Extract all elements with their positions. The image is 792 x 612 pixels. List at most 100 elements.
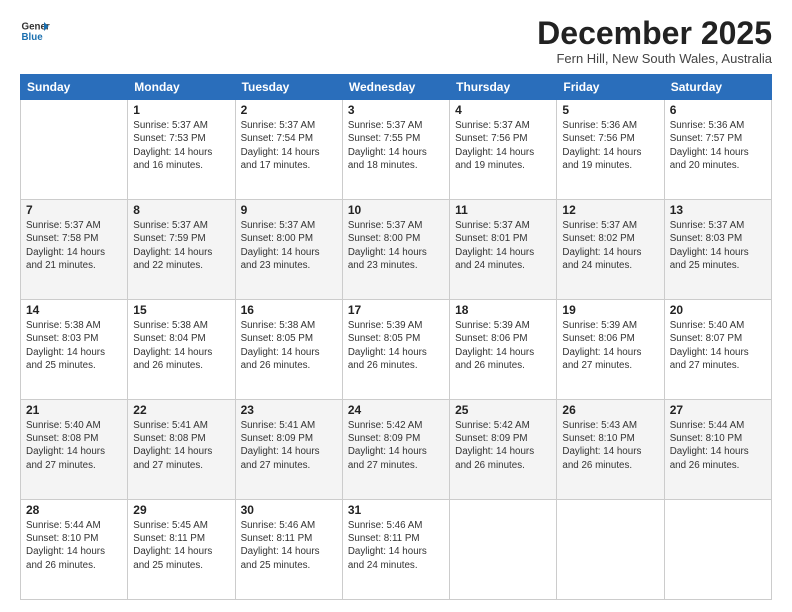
svg-text:Blue: Blue: [22, 32, 44, 43]
col-header-tuesday: Tuesday: [235, 75, 342, 100]
day-number: 7: [26, 203, 122, 217]
day-cell: 26 Sunrise: 5:43 AMSunset: 8:10 PMDayligh…: [557, 400, 664, 500]
day-number: 16: [241, 303, 337, 317]
month-title: December 2025: [537, 16, 772, 51]
week-row-1: 1 Sunrise: 5:37 AMSunset: 7:53 PMDaylight…: [21, 100, 772, 200]
day-number: 24: [348, 403, 444, 417]
day-cell: 31 Sunrise: 5:46 AMSunset: 8:11 PMDayligh…: [342, 500, 449, 600]
day-number: 19: [562, 303, 658, 317]
logo: General Blue: [20, 16, 50, 46]
day-cell: 18Sunrise: 5:39 AMSunset: 8:06 PMDayligh…: [450, 300, 557, 400]
col-header-sunday: Sunday: [21, 75, 128, 100]
day-number: 8: [133, 203, 229, 217]
day-number: 15: [133, 303, 229, 317]
day-cell: [450, 500, 557, 600]
day-number: 23: [241, 403, 337, 417]
day-number: 6: [670, 103, 766, 117]
day-cell: 5 Sunrise: 5:36 AMSunset: 7:56 PMDaylight…: [557, 100, 664, 200]
day-number: 25: [455, 403, 551, 417]
day-detail: Sunrise: 5:37 AMSunset: 7:53 PMDaylight:…: [133, 119, 229, 172]
week-row-4: 21 Sunrise: 5:40 AMSunset: 8:08 PMDayligh…: [21, 400, 772, 500]
col-header-friday: Friday: [557, 75, 664, 100]
day-detail: Sunrise: 5:38 AMSunset: 8:03 PMDaylight:…: [26, 319, 122, 372]
day-number: 3: [348, 103, 444, 117]
day-cell: 1 Sunrise: 5:37 AMSunset: 7:53 PMDaylight…: [128, 100, 235, 200]
day-detail: Sunrise: 5:45 AMSunset: 8:11 PMDaylight:…: [133, 519, 229, 572]
day-detail: Sunrise: 5:46 AMSunset: 8:11 PMDaylight:…: [241, 519, 337, 572]
day-detail: Sunrise: 5:37 AMSunset: 7:56 PMDaylight:…: [455, 119, 551, 172]
day-detail: Sunrise: 5:37 AMSunset: 8:02 PMDaylight:…: [562, 219, 658, 272]
day-number: 1: [133, 103, 229, 117]
day-cell: 14 Sunrise: 5:38 AMSunset: 8:03 PMDayligh…: [21, 300, 128, 400]
day-cell: 6 Sunrise: 5:36 AMSunset: 7:57 PMDaylight…: [664, 100, 771, 200]
day-cell: 9 Sunrise: 5:37 AMSunset: 8:00 PMDaylight…: [235, 200, 342, 300]
day-cell: 29Sunrise: 5:45 AMSunset: 8:11 PMDayligh…: [128, 500, 235, 600]
day-cell: 23 Sunrise: 5:41 AMSunset: 8:09 PMDayligh…: [235, 400, 342, 500]
day-detail: Sunrise: 5:36 AMSunset: 7:57 PMDaylight:…: [670, 119, 766, 172]
day-number: 12: [562, 203, 658, 217]
calendar-table: SundayMondayTuesdayWednesdayThursdayFrid…: [20, 74, 772, 600]
day-detail: Sunrise: 5:43 AMSunset: 8:10 PMDaylight:…: [562, 419, 658, 472]
day-number: 9: [241, 203, 337, 217]
day-detail: Sunrise: 5:39 AMSunset: 8:05 PMDaylight:…: [348, 319, 444, 372]
day-detail: Sunrise: 5:37 AMSunset: 8:01 PMDaylight:…: [455, 219, 551, 272]
day-cell: 20 Sunrise: 5:40 AMSunset: 8:07 PMDayligh…: [664, 300, 771, 400]
day-cell: 8 Sunrise: 5:37 AMSunset: 7:59 PMDaylight…: [128, 200, 235, 300]
location: Fern Hill, New South Wales, Australia: [537, 51, 772, 66]
day-detail: Sunrise: 5:41 AMSunset: 8:08 PMDaylight:…: [133, 419, 229, 472]
header: General Blue December 2025 Fern Hill, Ne…: [20, 16, 772, 66]
day-cell: 7 Sunrise: 5:37 AMSunset: 7:58 PMDaylight…: [21, 200, 128, 300]
day-detail: Sunrise: 5:46 AMSunset: 8:11 PMDaylight:…: [348, 519, 444, 572]
day-detail: Sunrise: 5:38 AMSunset: 8:04 PMDaylight:…: [133, 319, 229, 372]
day-detail: Sunrise: 5:42 AMSunset: 8:09 PMDaylight:…: [455, 419, 551, 472]
day-cell: [21, 100, 128, 200]
day-detail: Sunrise: 5:40 AMSunset: 8:07 PMDaylight:…: [670, 319, 766, 372]
day-detail: Sunrise: 5:40 AMSunset: 8:08 PMDaylight:…: [26, 419, 122, 472]
day-number: 28: [26, 503, 122, 517]
day-detail: Sunrise: 5:37 AMSunset: 8:00 PMDaylight:…: [241, 219, 337, 272]
day-number: 31: [348, 503, 444, 517]
day-number: 11: [455, 203, 551, 217]
week-row-3: 14 Sunrise: 5:38 AMSunset: 8:03 PMDayligh…: [21, 300, 772, 400]
day-detail: Sunrise: 5:37 AMSunset: 7:58 PMDaylight:…: [26, 219, 122, 272]
page: General Blue December 2025 Fern Hill, Ne…: [0, 0, 792, 612]
day-number: 14: [26, 303, 122, 317]
day-detail: Sunrise: 5:36 AMSunset: 7:56 PMDaylight:…: [562, 119, 658, 172]
day-number: 30: [241, 503, 337, 517]
day-cell: 24Sunrise: 5:42 AMSunset: 8:09 PMDayligh…: [342, 400, 449, 500]
day-cell: 10 Sunrise: 5:37 AMSunset: 8:00 PMDayligh…: [342, 200, 449, 300]
day-cell: 12 Sunrise: 5:37 AMSunset: 8:02 PMDayligh…: [557, 200, 664, 300]
day-number: 2: [241, 103, 337, 117]
day-number: 21: [26, 403, 122, 417]
week-row-5: 28Sunrise: 5:44 AMSunset: 8:10 PMDayligh…: [21, 500, 772, 600]
day-cell: 27Sunrise: 5:44 AMSunset: 8:10 PMDayligh…: [664, 400, 771, 500]
day-number: 20: [670, 303, 766, 317]
col-header-wednesday: Wednesday: [342, 75, 449, 100]
day-cell: [664, 500, 771, 600]
day-cell: 2Sunrise: 5:37 AMSunset: 7:54 PMDaylight…: [235, 100, 342, 200]
col-header-saturday: Saturday: [664, 75, 771, 100]
day-cell: 19 Sunrise: 5:39 AMSunset: 8:06 PMDayligh…: [557, 300, 664, 400]
day-cell: 11 Sunrise: 5:37 AMSunset: 8:01 PMDayligh…: [450, 200, 557, 300]
logo-icon: General Blue: [20, 16, 50, 46]
day-cell: 4Sunrise: 5:37 AMSunset: 7:56 PMDaylight…: [450, 100, 557, 200]
calendar-header-row: SundayMondayTuesdayWednesdayThursdayFrid…: [21, 75, 772, 100]
day-number: 13: [670, 203, 766, 217]
day-detail: Sunrise: 5:37 AMSunset: 8:00 PMDaylight:…: [348, 219, 444, 272]
day-cell: 13 Sunrise: 5:37 AMSunset: 8:03 PMDayligh…: [664, 200, 771, 300]
day-detail: Sunrise: 5:37 AMSunset: 7:55 PMDaylight:…: [348, 119, 444, 172]
day-detail: Sunrise: 5:39 AMSunset: 8:06 PMDaylight:…: [562, 319, 658, 372]
day-number: 26: [562, 403, 658, 417]
day-cell: [557, 500, 664, 600]
day-cell: 3 Sunrise: 5:37 AMSunset: 7:55 PMDaylight…: [342, 100, 449, 200]
day-detail: Sunrise: 5:41 AMSunset: 8:09 PMDaylight:…: [241, 419, 337, 472]
day-cell: 22Sunrise: 5:41 AMSunset: 8:08 PMDayligh…: [128, 400, 235, 500]
col-header-thursday: Thursday: [450, 75, 557, 100]
day-detail: Sunrise: 5:37 AMSunset: 7:59 PMDaylight:…: [133, 219, 229, 272]
day-cell: 16Sunrise: 5:38 AMSunset: 8:05 PMDayligh…: [235, 300, 342, 400]
day-number: 10: [348, 203, 444, 217]
col-header-monday: Monday: [128, 75, 235, 100]
day-number: 17: [348, 303, 444, 317]
day-number: 5: [562, 103, 658, 117]
day-detail: Sunrise: 5:37 AMSunset: 8:03 PMDaylight:…: [670, 219, 766, 272]
